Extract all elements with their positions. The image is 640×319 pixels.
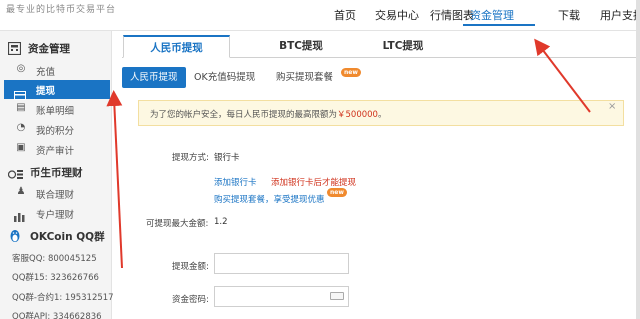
sidebar-item-private-finance[interactable]: 专户理财 <box>36 207 74 221</box>
site-slogan: 最专业的比特币交易平台 <box>6 5 117 15</box>
nav-home[interactable]: 首页 <box>334 7 356 23</box>
bar-chart-icon <box>14 207 25 226</box>
password-label: 资金密码: <box>172 295 209 305</box>
bill-icon: ▤ <box>16 102 26 113</box>
password-input[interactable] <box>214 286 349 307</box>
method-label: 提现方式: <box>172 153 209 163</box>
qq-group-title: OKCoin QQ群 <box>30 231 105 243</box>
arrow-to-withdraw <box>106 90 123 269</box>
limit-notice-text: 为了您的帐户安全，每日人民币提现的最高限额为￥500000。 <box>150 110 387 120</box>
tab-ltc-withdraw[interactable]: LTC提现 <box>350 35 456 58</box>
nav-download[interactable]: 下载 <box>558 7 580 23</box>
sidebar-item-joint-finance[interactable]: 联合理财 <box>36 187 74 201</box>
subtab-ok-code-withdraw[interactable]: OK充值码提现 <box>194 67 255 88</box>
add-card-hint: 添加银行卡后才能提现 <box>271 178 357 188</box>
scrollbar[interactable] <box>636 0 640 319</box>
subtab-cny-withdraw[interactable]: 人民币提现 <box>122 67 186 88</box>
max-amount-label: 可提现最大金额: <box>146 219 209 229</box>
penguin-icon <box>9 228 21 247</box>
tab-btc-withdraw[interactable]: BTC提现 <box>248 35 354 58</box>
sidebar-section-funds: 资金管理 <box>28 43 70 55</box>
keyboard-icon[interactable] <box>330 292 344 300</box>
nav-funds-management[interactable]: 资金管理 <box>470 7 514 23</box>
nav-user-support[interactable]: 用户支持 <box>600 7 640 23</box>
new-badge: new <box>341 68 361 77</box>
nav-trade-center[interactable]: 交易中心 <box>375 7 419 23</box>
close-icon[interactable]: × <box>608 101 616 112</box>
group-user-icon: ♟ <box>16 186 26 197</box>
sidebar-section-wealth: 币生币理财 <box>30 167 83 179</box>
qq-service-line: 客服QQ: 800045125 <box>12 254 97 264</box>
coins-icon: ◎ <box>16 63 26 74</box>
sidebar-item-withdraw-label[interactable]: 提现 <box>36 83 55 97</box>
amount-input[interactable] <box>214 253 349 274</box>
sidebar-item-deposit[interactable]: 充值 <box>36 64 55 78</box>
qq-group15-line: QQ群15: 323626766 <box>12 273 99 283</box>
subtab-buy-plan[interactable]: 购买提现套餐 <box>276 67 333 88</box>
tab-cny-withdraw[interactable]: 人民币提现 <box>123 35 230 58</box>
sidebar-item-bill-details[interactable]: 账单明细 <box>36 103 74 117</box>
add-card-link[interactable]: 添加银行卡 <box>214 176 257 188</box>
new-badge-plan: new <box>327 188 347 197</box>
buy-plan-link[interactable]: 购买提现套餐，享受提现优惠 <box>214 193 325 205</box>
max-amount-value: 1.2 <box>214 217 228 227</box>
coin-stack-icon <box>7 165 24 184</box>
amount-label: 提现金额: <box>172 262 209 272</box>
method-value: 银行卡 <box>214 153 240 163</box>
qq-contract-line: QQ群-合约1: 195312517 <box>12 293 114 303</box>
nav-active-underline <box>463 24 535 26</box>
calculator-icon <box>7 40 22 59</box>
sidebar-item-asset-audit[interactable]: 资产审计 <box>36 143 74 157</box>
pie-icon: ◔ <box>16 122 26 133</box>
qq-api-line: QQ群API: 334662836 <box>12 312 102 319</box>
limit-amount: ￥500000 <box>337 110 378 120</box>
sidebar-item-my-points[interactable]: 我的积分 <box>36 123 74 137</box>
audit-icon: ▣ <box>16 142 26 153</box>
nav-market-charts[interactable]: 行情图表 <box>430 7 474 23</box>
